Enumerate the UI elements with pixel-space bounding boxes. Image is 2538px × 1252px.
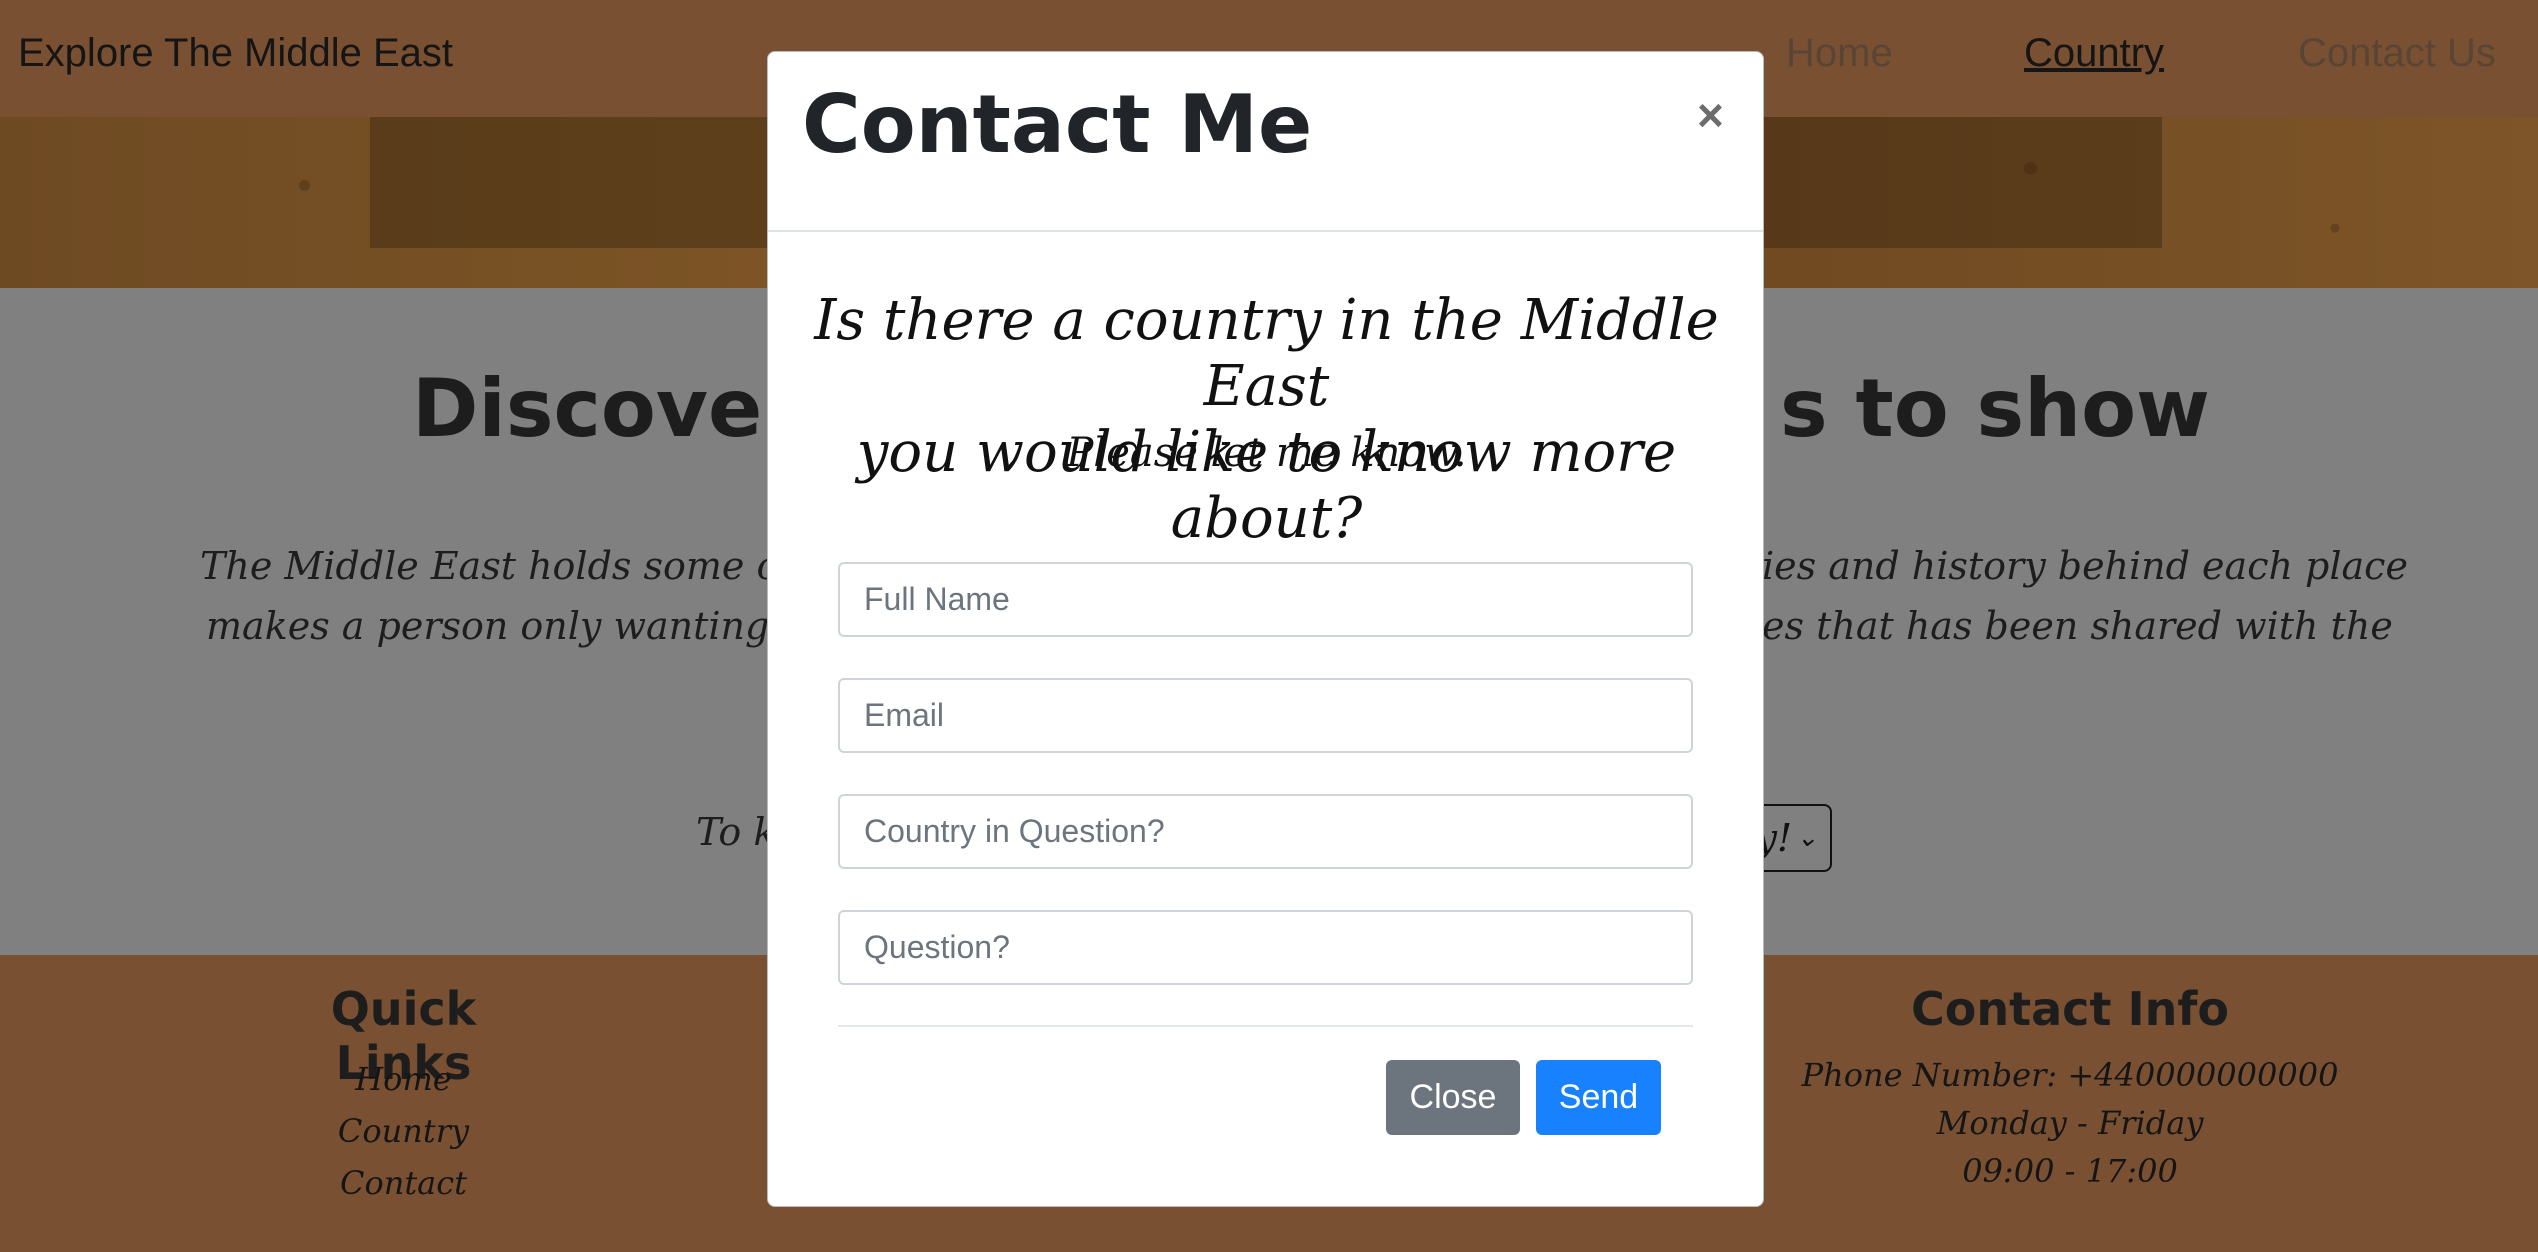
nav-contact-us[interactable]: Contact Us	[2298, 31, 2496, 76]
modal-question: Is there a country in the Middle East yo…	[768, 288, 1765, 552]
modal-question-line1: Is there a country in the Middle East	[814, 288, 1719, 419]
send-button[interactable]: Send	[1536, 1060, 1661, 1135]
nav-home[interactable]: Home	[1786, 31, 1893, 76]
intro-text-line1-left: The Middle East holds some of th	[200, 544, 846, 588]
chevron-down-icon: ⌄	[1796, 823, 1818, 853]
footer-days: Monday - Friday	[1936, 1104, 2204, 1142]
contact-modal: Contact Me × Is there a country in the M…	[767, 51, 1764, 1207]
section-heading-right: s to show	[1780, 362, 2210, 455]
close-button[interactable]: Close	[1386, 1060, 1520, 1135]
country-question-field[interactable]: Country in Question?	[838, 794, 1693, 869]
close-icon[interactable]: ×	[1697, 88, 1724, 142]
question-field[interactable]: Question?	[838, 910, 1693, 985]
modal-divider	[838, 1025, 1693, 1027]
email-field[interactable]: Email	[838, 678, 1693, 753]
intro-text-line2-right: es that has been shared with the	[1762, 604, 2393, 648]
nav-country[interactable]: Country	[2024, 31, 2164, 76]
brand-title[interactable]: Explore The Middle East	[18, 31, 453, 76]
modal-subtext: Please let me know.	[1066, 430, 1467, 476]
modal-title: Contact Me	[802, 78, 1313, 171]
full-name-field[interactable]: Full Name	[838, 562, 1693, 637]
intro-text-line2-left: makes a person only wanting to	[206, 604, 820, 648]
footer-hours: 09:00 - 17:00	[1962, 1152, 2178, 1190]
section-heading-left: Discover	[412, 362, 802, 455]
intro-text-line1-right: ies and history behind each place	[1762, 544, 2408, 588]
footer-contact-info-title: Contact Info	[1911, 982, 2229, 1036]
footer-link-contact[interactable]: Contact	[266, 1164, 541, 1202]
footer-phone: Phone Number: +440000000000	[1801, 1056, 2339, 1094]
country-select[interactable]: ry! ⌄	[1737, 804, 1832, 872]
footer-link-country[interactable]: Country	[266, 1112, 541, 1150]
modal-header: Contact Me ×	[768, 52, 1763, 232]
footer-link-home[interactable]: Home	[266, 1060, 541, 1098]
country-prompt-text: To k	[696, 810, 777, 854]
